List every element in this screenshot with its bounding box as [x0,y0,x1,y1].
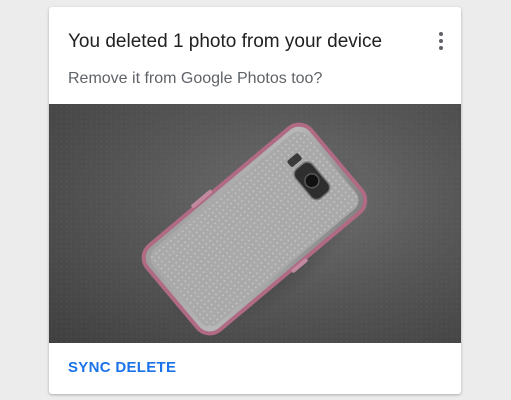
card-title: You deleted 1 photo from your device [68,31,383,52]
more-vert-icon [439,32,443,36]
phone-image [49,104,461,343]
deleted-photo[interactable] [49,104,461,343]
more-vert-icon-dot [439,39,443,43]
sync-delete-card: You deleted 1 photo from your device Rem… [49,7,461,394]
card-actions: SYNC DELETE [49,343,461,394]
card-subtitle: Remove it from Google Photos too? [68,70,323,87]
more-options-button[interactable] [429,29,453,53]
more-vert-icon-dot [439,46,443,50]
card-header: You deleted 1 photo from your device Rem… [49,7,461,104]
sync-delete-button[interactable]: SYNC DELETE [60,355,184,381]
